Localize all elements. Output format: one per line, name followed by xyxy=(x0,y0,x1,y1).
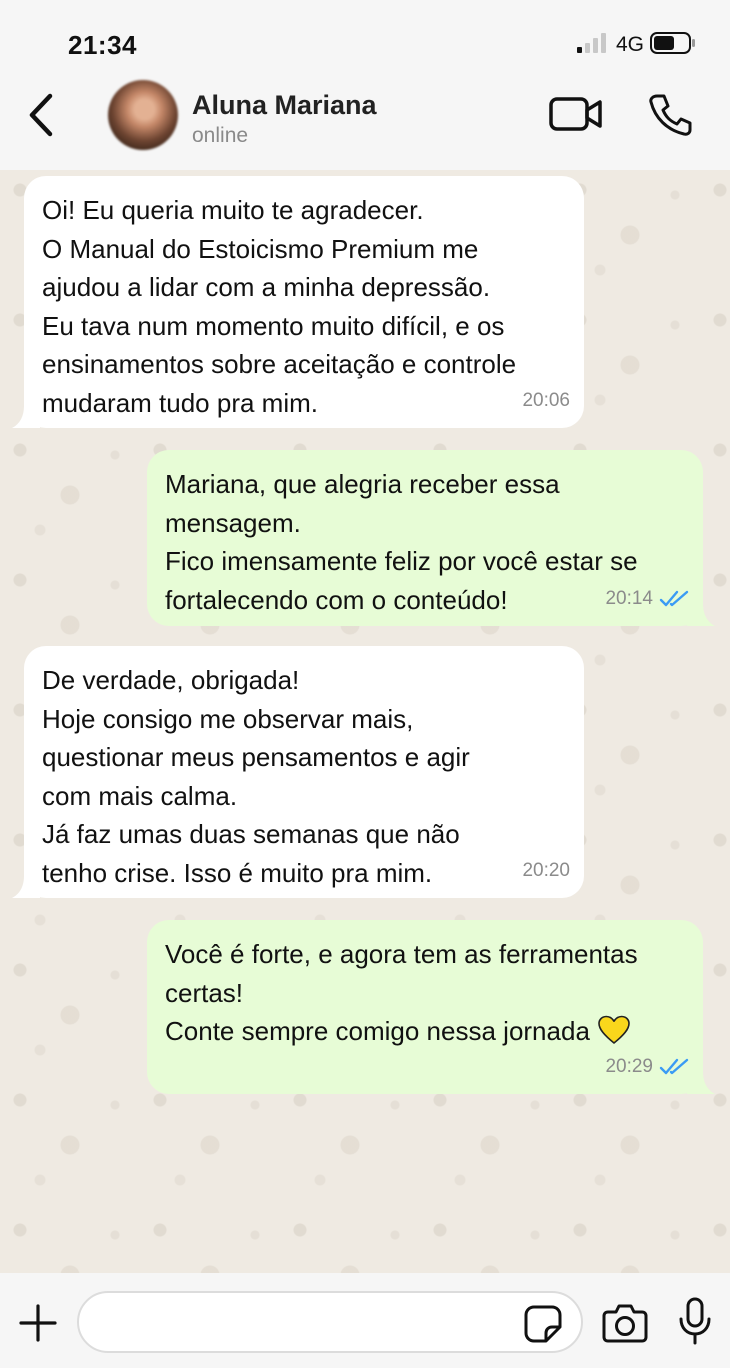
message-text-line: O Manual do Estoicismo Premium me xyxy=(42,233,479,264)
message-text-line: ensinamentos sobre aceitação e controle xyxy=(42,349,517,379)
battery-icon xyxy=(650,32,695,54)
message-text-line: Já faz umas duas semanas que não xyxy=(42,819,460,849)
bubble-tail xyxy=(12,876,40,898)
message-input[interactable] xyxy=(77,1291,583,1353)
avatar[interactable] xyxy=(108,80,178,150)
message-meta: 20:06 xyxy=(522,382,570,421)
message-text-line: certas! xyxy=(165,977,244,1008)
contact-status: online xyxy=(192,124,249,147)
message-text-line: Fico imensamente feliz por você estar se xyxy=(165,546,638,576)
message-text-line: ajudou a lidar com a minha depressão. xyxy=(42,272,491,302)
chat-header: Aluna Mariana online xyxy=(0,80,730,170)
network-label: 4G xyxy=(616,33,645,56)
message-text-line: Conte sempre comigo nessa jornada xyxy=(165,1012,685,1051)
message-bubble-outgoing[interactable]: Você é forte, e agora tem as ferramentas… xyxy=(147,920,715,1094)
status-bar: 21:34 4G xyxy=(0,0,730,80)
message-text-line: mensagem. xyxy=(165,507,301,538)
message-meta: 20:29 xyxy=(605,1048,691,1087)
message-time: 20:20 xyxy=(522,859,570,881)
video-call-icon[interactable] xyxy=(548,94,604,134)
message-meta: 20:14 xyxy=(605,580,691,619)
read-receipt-icon xyxy=(659,590,689,606)
message-text-line: Mariana, que alegria receber essa xyxy=(165,469,560,499)
message-text-line: Oi! Eu queria muito te agradecer. xyxy=(42,195,424,225)
bubble-tail xyxy=(687,1072,715,1094)
message-time: 20:06 xyxy=(522,389,570,411)
read-receipt-icon xyxy=(659,1058,689,1074)
input-bar xyxy=(0,1273,730,1368)
voice-call-icon[interactable] xyxy=(648,92,692,136)
message-text-line: Hoje consigo me observar mais, xyxy=(42,703,414,734)
message-bubble-incoming[interactable]: De verdade, obrigada! Hoje consigo me ob… xyxy=(12,646,584,898)
message-text-line: Você é forte, e agora tem as ferramentas xyxy=(165,939,638,969)
message-text: Conte sempre comigo nessa jornada xyxy=(165,1016,590,1046)
contact-name[interactable]: Aluna Mariana xyxy=(192,90,377,121)
camera-icon[interactable] xyxy=(602,1303,648,1343)
back-icon[interactable] xyxy=(26,92,58,138)
message-text-line: Eu tava num momento muito difícil, e os xyxy=(42,310,505,341)
bubble-tail xyxy=(12,406,40,428)
message-time: 20:14 xyxy=(605,587,653,609)
chat-area[interactable]: Oi! Eu queria muito te agradecer. O Manu… xyxy=(0,170,730,1273)
message-time: 20:29 xyxy=(605,1055,653,1077)
message-text-line: questionar meus pensamentos e agir xyxy=(42,742,470,772)
message-meta: 20:20 xyxy=(522,852,570,891)
bubble-tail xyxy=(687,604,715,626)
status-time: 21:34 xyxy=(68,30,137,60)
plus-icon[interactable] xyxy=(18,1303,58,1343)
signal-icon xyxy=(577,33,606,53)
message-bubble-incoming[interactable]: Oi! Eu queria muito te agradecer. O Manu… xyxy=(12,176,584,428)
mic-icon[interactable] xyxy=(678,1297,712,1345)
message-text-line: com mais calma. xyxy=(42,780,238,811)
message-text-line: De verdade, obrigada! xyxy=(42,665,300,695)
yellow-heart-icon xyxy=(598,1015,630,1044)
message-text-line: tenho crise. Isso é muito pra mim. xyxy=(42,857,433,888)
message-text-line: mudaram tudo pra mim. xyxy=(42,387,318,418)
message-bubble-outgoing[interactable]: Mariana, que alegria receber essa mensag… xyxy=(147,450,715,626)
sticker-icon[interactable] xyxy=(524,1305,562,1343)
